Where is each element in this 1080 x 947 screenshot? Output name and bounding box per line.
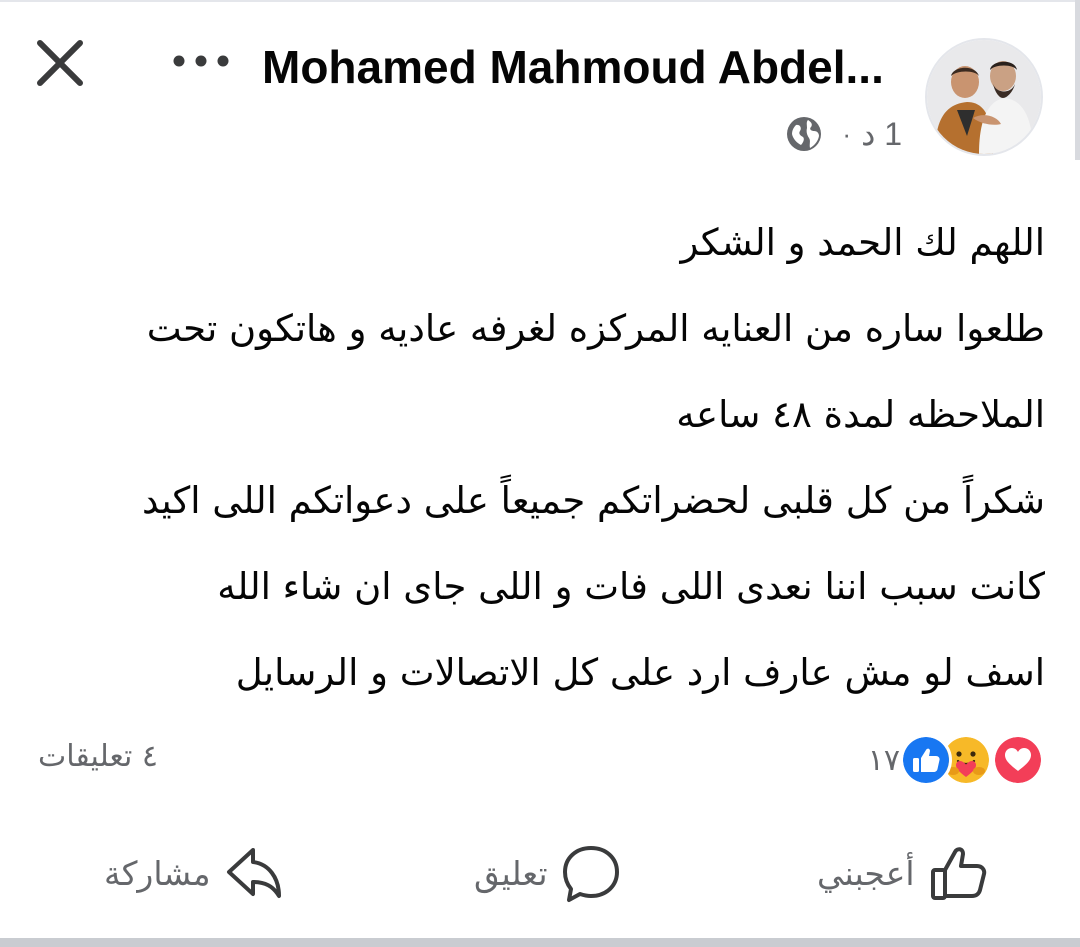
- more-options-button[interactable]: [168, 45, 234, 77]
- post-line: اسف لو مش عارف ارد على كل الاتصالات و ال…: [235, 651, 1045, 694]
- post-line: طلعوا ساره من العنايه المركزه لغرفه عادي…: [146, 307, 1045, 350]
- avatar-photo: [927, 40, 1041, 154]
- post-screen: Mohamed Mahmoud Abdel... · 1 د اللهم لك …: [0, 0, 1080, 947]
- avatar[interactable]: [925, 38, 1043, 156]
- reaction-count: ١٧: [867, 742, 900, 778]
- scrollbar[interactable]: [1075, 0, 1080, 160]
- post-line: شكراً من كل قلبى لحضراتكم جميعاً على دعو…: [142, 479, 1045, 522]
- post-meta: · 1 د: [786, 112, 902, 156]
- comment-label: تعليق: [474, 853, 548, 893]
- thumbs-up-icon: [930, 847, 986, 900]
- meta-separator: ·: [842, 118, 852, 149]
- comment-bubble-icon: [562, 846, 619, 902]
- share-icon: [226, 848, 281, 898]
- close-icon: [37, 40, 83, 86]
- like-reaction-icon: [900, 734, 952, 786]
- like-label: أعجبني: [817, 853, 915, 893]
- comments-count[interactable]: ٤ تعليقات: [38, 732, 158, 782]
- post-time[interactable]: 1 د: [861, 115, 902, 153]
- more-horizontal-icon: [173, 55, 229, 67]
- top-divider: [0, 0, 1080, 2]
- like-button[interactable]: أعجبني: [805, 838, 989, 908]
- close-button[interactable]: [30, 33, 90, 93]
- reactions-summary[interactable]: ١٧: [867, 734, 1044, 786]
- bottom-divider: [0, 938, 1080, 947]
- post-line: الملاحظه لمدة ٤٨ ساعه: [676, 393, 1045, 436]
- comment-button[interactable]: تعليق: [462, 838, 622, 908]
- share-label: مشاركة: [104, 853, 211, 893]
- share-button[interactable]: مشاركة: [92, 838, 285, 908]
- post-line: اللهم لك الحمد و الشكر: [680, 221, 1045, 264]
- author-name[interactable]: Mohamed Mahmoud Abdel...: [262, 38, 902, 96]
- post-text: اللهم لك الحمد و الشكر طلعوا ساره من الع…: [50, 200, 1045, 716]
- love-reaction-icon: [992, 734, 1044, 786]
- post-line: كانت سبب اننا نعدى اللى فات و اللى جاى ا…: [217, 565, 1045, 608]
- globe-icon[interactable]: [786, 116, 822, 152]
